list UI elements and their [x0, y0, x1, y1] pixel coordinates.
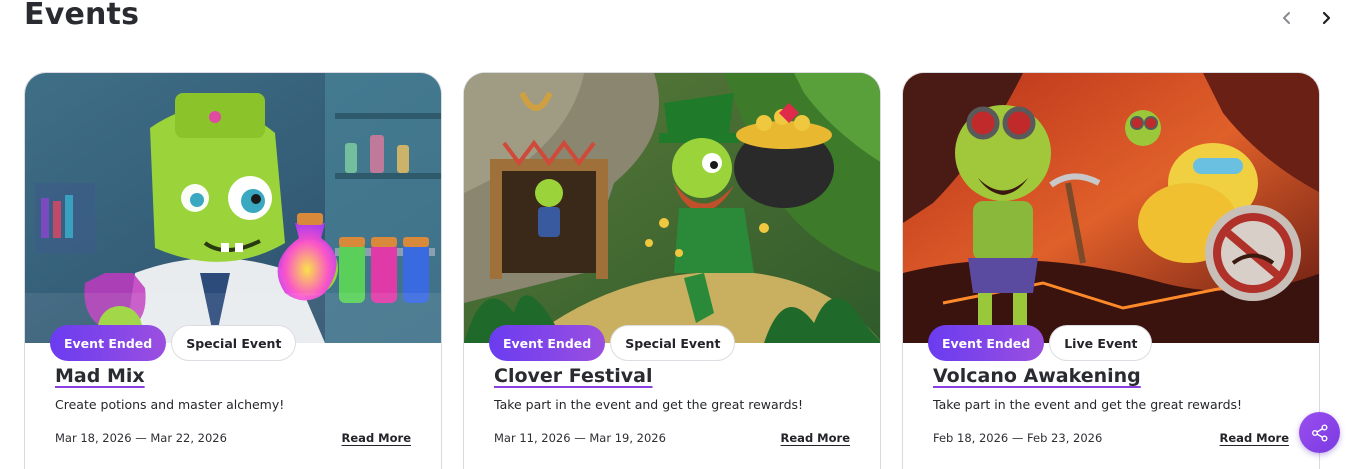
card-body: Mad Mix Create potions and master alchem… — [55, 365, 411, 445]
event-image — [464, 73, 880, 343]
event-card[interactable]: Event Ended Live Event Volcano Awakening… — [902, 72, 1320, 469]
carousel-next-button[interactable] — [1314, 6, 1338, 30]
card-body: Clover Festival Take part in the event a… — [494, 365, 850, 445]
badge-group: Event Ended Special Event — [489, 325, 736, 361]
events-carousel: Event Ended Special Event Mad Mix Create… — [24, 72, 1320, 469]
chevron-left-icon — [1283, 12, 1290, 24]
event-type-badge: Special Event — [610, 325, 736, 361]
read-more-link[interactable]: Read More — [781, 431, 850, 445]
badge-group: Event Ended Special Event — [50, 325, 297, 361]
status-badge: Event Ended — [50, 325, 167, 361]
status-badge: Event Ended — [489, 325, 606, 361]
event-image — [25, 73, 441, 343]
event-type-badge: Special Event — [171, 325, 297, 361]
event-dates: Mar 11, 2026 — Mar 19, 2026 — [494, 431, 666, 445]
event-image — [903, 73, 1319, 343]
status-badge: Event Ended — [928, 325, 1045, 361]
share-icon — [1311, 424, 1327, 441]
event-description: Create potions and master alchemy! — [55, 397, 285, 412]
event-type-badge: Live Event — [1049, 325, 1153, 361]
share-button[interactable] — [1299, 412, 1340, 453]
event-description: Take part in the event and get the great… — [494, 397, 804, 412]
carousel-prev-button[interactable] — [1275, 6, 1299, 30]
card-footer: Mar 11, 2026 — Mar 19, 2026 Read More — [494, 431, 850, 445]
chevron-right-icon — [1322, 11, 1331, 25]
read-more-link[interactable]: Read More — [342, 431, 411, 445]
event-dates: Feb 18, 2026 — Feb 23, 2026 — [933, 431, 1103, 445]
page-title: Events — [24, 0, 140, 32]
event-title-link[interactable]: Clover Festival — [494, 365, 653, 387]
event-card[interactable]: Event Ended Special Event Clover Festiva… — [463, 72, 881, 469]
event-title-link[interactable]: Volcano Awakening — [933, 365, 1141, 387]
event-title-link[interactable]: Mad Mix — [55, 365, 145, 387]
event-description: Take part in the event and get the great… — [933, 397, 1243, 412]
badge-group: Event Ended Live Event — [928, 325, 1153, 361]
card-footer: Mar 18, 2026 — Mar 22, 2026 Read More — [55, 431, 411, 445]
section-header: Events — [0, 0, 1359, 40]
read-more-link[interactable]: Read More — [1220, 431, 1289, 445]
card-body: Volcano Awakening Take part in the event… — [933, 365, 1289, 445]
card-footer: Feb 18, 2026 — Feb 23, 2026 Read More — [933, 431, 1289, 445]
event-card[interactable]: Event Ended Special Event Mad Mix Create… — [24, 72, 442, 469]
event-dates: Mar 18, 2026 — Mar 22, 2026 — [55, 431, 227, 445]
